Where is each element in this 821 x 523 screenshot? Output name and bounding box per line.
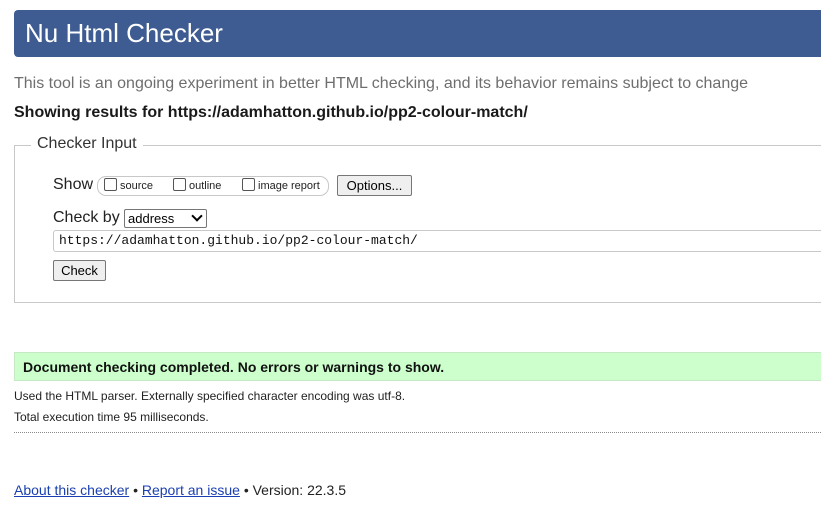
report-issue-link[interactable]: Report an issue	[142, 482, 240, 498]
image-report-checkbox-label[interactable]: image report	[258, 180, 320, 192]
image-report-checkbox[interactable]	[242, 178, 255, 191]
parser-info-text: Used the HTML parser. Externally specifi…	[14, 389, 406, 403]
execution-time-text: Total execution time 95 milliseconds.	[14, 410, 209, 424]
about-checker-link[interactable]: About this checker	[14, 482, 129, 498]
footer-separator: •	[243, 482, 249, 498]
outline-checkbox[interactable]	[173, 178, 186, 191]
header-banner: Nu Html Checker	[14, 10, 821, 57]
showing-results-heading: Showing results for https://adamhatton.g…	[14, 104, 528, 121]
divider	[14, 432, 821, 433]
options-button[interactable]: Options...	[337, 175, 412, 196]
page-title: Nu Html Checker	[25, 18, 223, 48]
url-input[interactable]: https://adamhatton.github.io/pp2-colour-…	[53, 230, 821, 252]
footer-separator: •	[133, 482, 138, 498]
outline-checkbox-label[interactable]: outline	[189, 180, 221, 192]
check-by-label: Check by	[53, 209, 120, 226]
check-button[interactable]: Check	[53, 260, 106, 281]
checker-input-legend: Checker Input	[31, 134, 143, 154]
intro-text: This tool is an ongoing experiment in be…	[14, 75, 749, 92]
check-by-selected-value: address	[128, 211, 175, 226]
source-checkbox[interactable]	[104, 178, 117, 191]
footer: About this checker • Report an issue • V…	[14, 482, 346, 498]
success-message: Document checking completed. No errors o…	[23, 359, 445, 375]
check-by-select[interactable]: address	[124, 209, 207, 228]
chevron-down-icon	[191, 210, 203, 222]
version-text: Version: 22.3.5	[252, 482, 347, 498]
source-checkbox-label[interactable]: source	[120, 180, 153, 192]
success-message-box: Document checking completed. No errors o…	[14, 352, 821, 381]
show-options-group: source outline image report	[97, 176, 329, 196]
page: Nu Html Checker This tool is an ongoing …	[0, 0, 821, 523]
show-label: Show	[53, 176, 94, 193]
